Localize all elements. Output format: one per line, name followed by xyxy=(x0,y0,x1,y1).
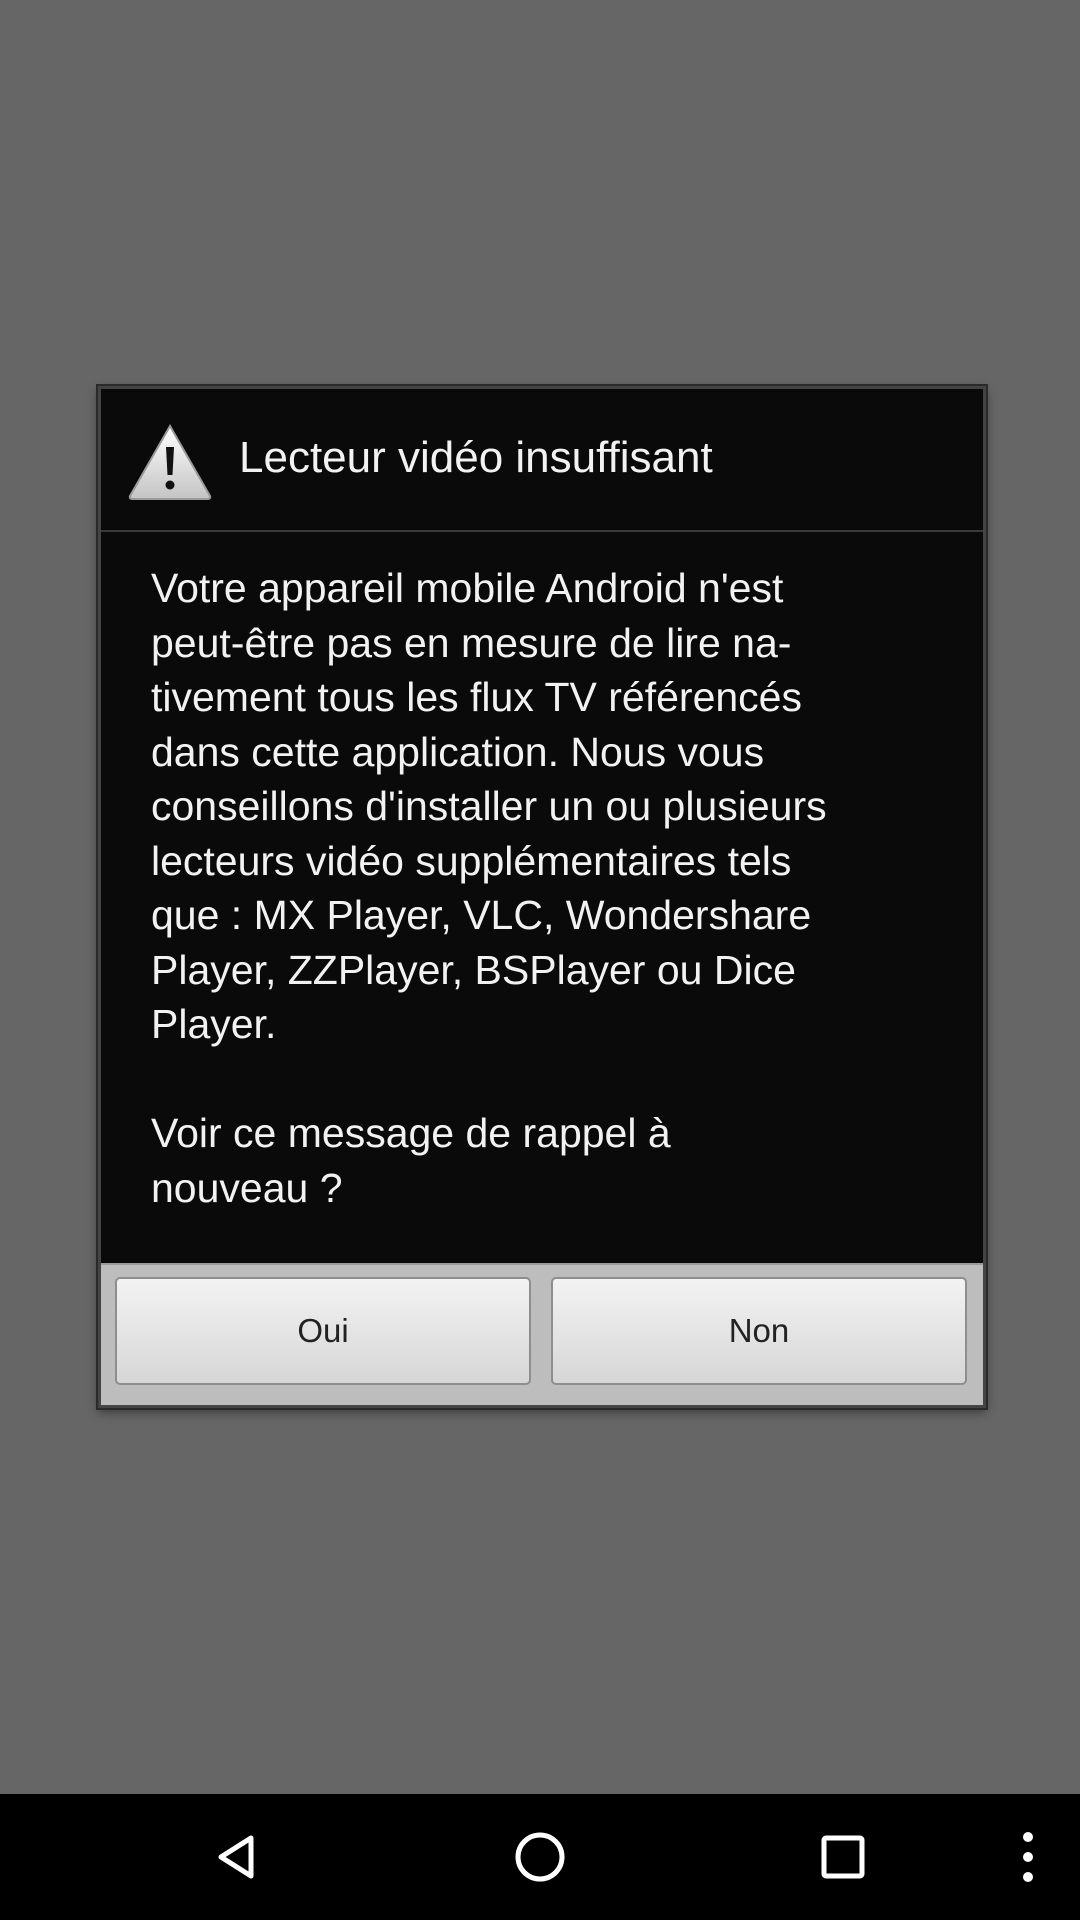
message-line: lecteurs vidéo supplémentaires tels xyxy=(151,837,792,884)
no-button[interactable]: Non xyxy=(551,1277,967,1385)
message-line: Player. xyxy=(151,1001,277,1047)
message-line: que : MX Player, VLC, Wondershare xyxy=(151,892,812,938)
dialog-message: Votre appareil mobile Android n'est peut… xyxy=(151,561,951,1215)
navigation-bar xyxy=(0,1794,1080,1920)
message-line: Votre appareil mobile Android n'est xyxy=(151,565,784,611)
question-line: Voir ce message de rappel à xyxy=(151,1110,671,1156)
message-line: tivement tous les flux TV référencés xyxy=(151,674,802,720)
question-line: nouveau ? xyxy=(151,1164,343,1211)
yes-button[interactable]: Oui xyxy=(115,1277,531,1385)
warning-icon xyxy=(127,423,213,501)
reminder-question: Voir ce message de rappel à nouveau ? xyxy=(151,1106,951,1215)
dialog-button-bar: Oui Non xyxy=(101,1263,983,1405)
dialog-title: Lecteur vidéo insuffisant xyxy=(239,433,713,482)
home-icon[interactable] xyxy=(505,1822,575,1892)
message-line: Player, ZZPlayer, BSPlayer ou Dice xyxy=(151,946,796,993)
message-line: dans cette application. Nous vous xyxy=(151,728,765,775)
dialog-title-bar: Lecteur vidéo insuffisant xyxy=(101,389,983,532)
message-text: Votre appareil mobile Android n'est peut… xyxy=(151,561,951,1052)
message-line: conseillons d'installer un ou plusieurs xyxy=(151,783,827,829)
recents-icon[interactable] xyxy=(808,1822,878,1892)
alert-dialog: Lecteur vidéo insuffisant Votre appareil… xyxy=(98,386,986,1408)
back-icon[interactable] xyxy=(201,1822,271,1892)
message-line: peut-être pas en mesure de lire na- xyxy=(151,619,792,666)
overflow-menu-icon[interactable] xyxy=(993,1822,1063,1892)
